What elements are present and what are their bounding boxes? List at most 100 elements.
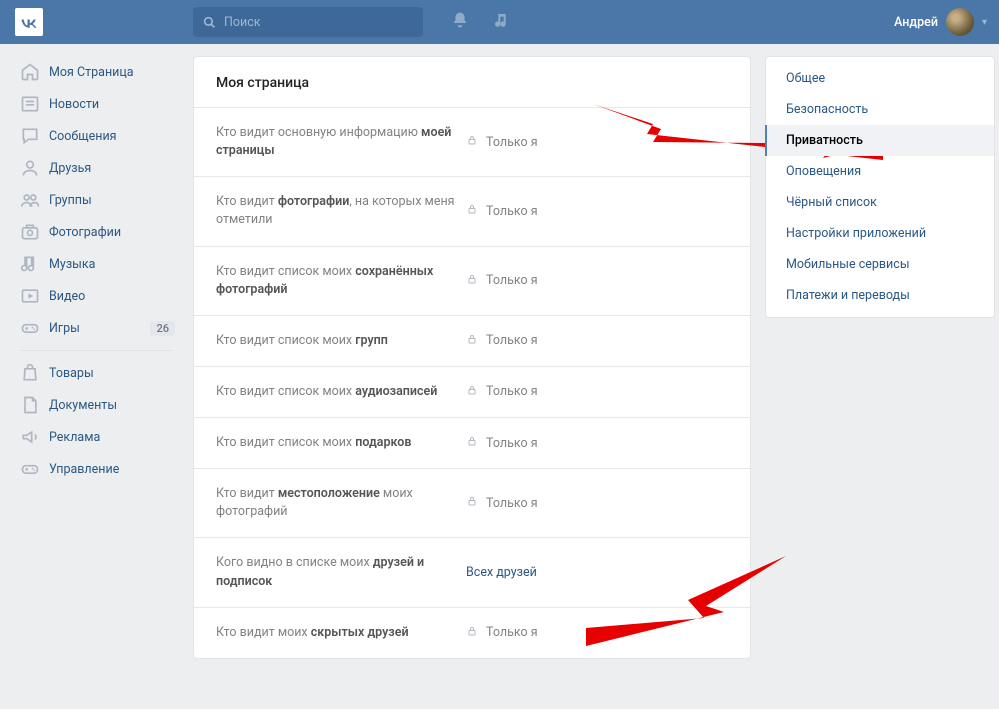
search-placeholder: Поиск [224, 15, 261, 30]
nav-divider [20, 350, 173, 351]
settings-tab-label: Настройки приложений [786, 226, 926, 241]
nav-item-chat[interactable]: Сообщения [14, 120, 179, 152]
settings-tab[interactable]: Оповещения [766, 156, 994, 187]
setting-row: Кто видит список моих сохранённых фотогр… [194, 247, 750, 316]
setting-value[interactable]: Только я [466, 134, 728, 150]
nav-item-news[interactable]: Новости [14, 88, 179, 120]
settings-tab-label: Мобильные сервисы [786, 257, 910, 272]
group-icon [20, 190, 40, 210]
setting-label: Кто видит моих скрытых друзей [216, 624, 466, 642]
nav-label: Сообщения [49, 129, 117, 144]
setting-row: Кого видно в списке моих друзей и подпис… [194, 538, 750, 607]
video-icon [20, 286, 40, 306]
nav-label: Группы [49, 193, 92, 208]
nav-label: Друзья [49, 161, 91, 176]
setting-value[interactable]: Всех друзей [466, 565, 728, 580]
game-icon [20, 459, 40, 479]
nav-item-bag[interactable]: Товары [14, 357, 179, 389]
settings-tab[interactable]: Чёрный список [766, 187, 994, 218]
setting-value[interactable]: Только я [466, 333, 728, 349]
search-input[interactable]: Поиск [193, 7, 423, 37]
settings-tab[interactable]: Приватность [766, 125, 994, 156]
setting-label: Кто видит список моих подарков [216, 434, 466, 452]
setting-row: Кто видит моих скрытых друзей Только я [194, 608, 750, 658]
nav-item-user[interactable]: Друзья [14, 152, 179, 184]
panel-title: Моя страница [194, 57, 750, 108]
chevron-down-icon: ▾ [982, 17, 987, 28]
news-icon [20, 94, 40, 114]
lock-icon [466, 333, 478, 349]
nav-item-game[interactable]: Игры 26 [14, 312, 179, 344]
nav-label: Документы [49, 398, 117, 413]
lock-icon [466, 435, 478, 451]
nav-label: Реклама [49, 430, 100, 445]
music-icon[interactable] [493, 11, 509, 33]
settings-tab[interactable]: Общее [766, 63, 994, 94]
user-icon [20, 158, 40, 178]
settings-tab-label: Безопасность [786, 102, 868, 117]
nav-label: Видео [49, 289, 85, 304]
nav-item-doc[interactable]: Документы [14, 389, 179, 421]
settings-tab[interactable]: Безопасность [766, 94, 994, 125]
setting-value-text: Только я [486, 384, 538, 399]
settings-tab-label: Общее [786, 71, 825, 86]
settings-tab[interactable]: Платежи и переводы [766, 280, 994, 311]
nav-label: Музыка [49, 257, 95, 272]
setting-value[interactable]: Только я [466, 203, 728, 219]
nav-label: Фотографии [49, 225, 121, 240]
setting-value-text: Только я [486, 135, 538, 150]
setting-row: Кто видит список моих аудиозаписей Только… [194, 367, 750, 418]
settings-tab-label: Платежи и переводы [786, 288, 910, 303]
lock-icon [466, 203, 478, 219]
setting-label: Кто видит основную информацию моей стран… [216, 124, 466, 160]
nav-item-home[interactable]: Моя Страница [14, 56, 179, 88]
bag-icon [20, 363, 40, 383]
user-menu[interactable]: Андрей ▾ [894, 8, 987, 36]
settings-panel: Моя страница Кто видит основную информац… [193, 56, 751, 659]
game-icon [20, 318, 40, 338]
home-icon [20, 62, 40, 82]
setting-value[interactable]: Только я [466, 625, 728, 641]
username: Андрей [894, 15, 938, 30]
setting-value-text: Только я [486, 625, 538, 640]
nav-badge: 26 [150, 321, 175, 336]
doc-icon [20, 395, 40, 415]
setting-value-text: Только я [486, 436, 538, 451]
topbar-icons [451, 11, 509, 33]
settings-tab[interactable]: Настройки приложений [766, 218, 994, 249]
setting-label: Кто видит местоположение моих фотографий [216, 485, 466, 521]
lock-icon [466, 495, 478, 511]
setting-row: Кто видит основную информацию моей стран… [194, 108, 750, 177]
setting-value[interactable]: Только я [466, 495, 728, 511]
nav-item-video[interactable]: Видео [14, 280, 179, 312]
mega-icon [20, 427, 40, 447]
search-icon [203, 16, 216, 29]
setting-row: Кто видит местоположение моих фотографий… [194, 469, 750, 538]
setting-value[interactable]: Только я [466, 435, 728, 451]
setting-label: Кто видит список моих аудиозаписей [216, 383, 466, 401]
settings-tab-label: Оповещения [786, 164, 861, 179]
settings-tab-label: Приватность [786, 133, 863, 148]
nav-label: Товары [49, 366, 94, 381]
nav-item-camera[interactable]: Фотографии [14, 216, 179, 248]
setting-value-text: Только я [486, 333, 538, 348]
setting-label: Кто видит фотографии, на которых меня от… [216, 193, 466, 229]
notifications-icon[interactable] [451, 11, 469, 33]
setting-value-text: Только я [486, 273, 538, 288]
settings-tab[interactable]: Мобильные сервисы [766, 249, 994, 280]
nav-item-mega[interactable]: Реклама [14, 421, 179, 453]
nav-label: Игры [49, 321, 80, 336]
vk-logo[interactable] [15, 8, 43, 36]
setting-value[interactable]: Только я [466, 273, 728, 289]
nav-label: Управление [49, 462, 119, 477]
camera-icon [20, 222, 40, 242]
nav-label: Моя Страница [49, 65, 134, 80]
setting-value[interactable]: Только я [466, 384, 728, 400]
setting-row: Кто видит список моих групп Только я [194, 316, 750, 367]
nav-item-music[interactable]: Музыка [14, 248, 179, 280]
setting-label: Кто видит список моих групп [216, 332, 466, 350]
lock-icon [466, 625, 478, 641]
setting-row: Кто видит фотографии, на которых меня от… [194, 177, 750, 246]
nav-item-game[interactable]: Управление [14, 453, 179, 485]
nav-item-group[interactable]: Группы [14, 184, 179, 216]
